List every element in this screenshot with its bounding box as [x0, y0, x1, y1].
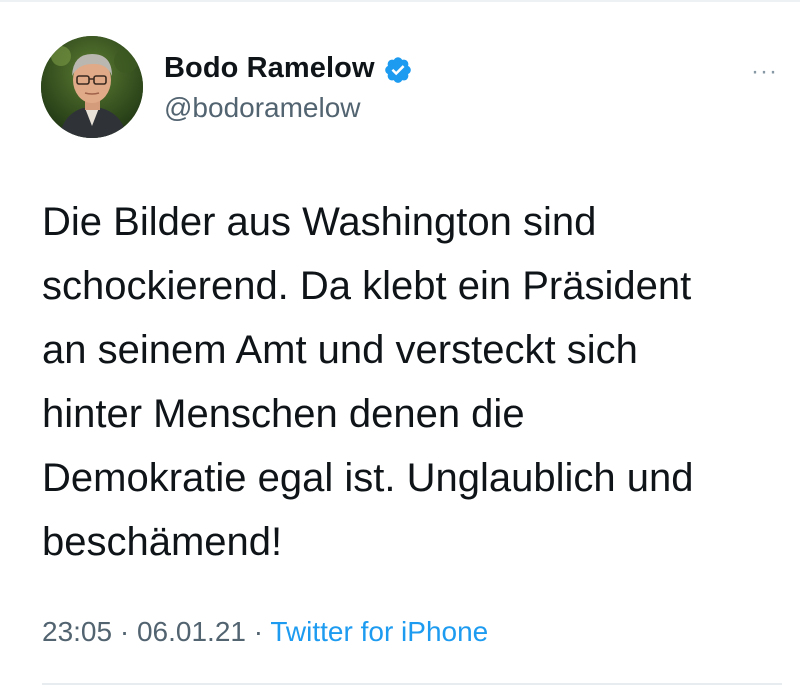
- tweet-text-line: Die Bilder aus Washington sind: [42, 200, 597, 244]
- top-divider: [0, 0, 800, 2]
- tweet-screen: Bodo Ramelow @bodoramelow ··· Die Bilder…: [0, 0, 800, 686]
- meta-separator: ·: [245, 616, 271, 647]
- more-options-icon[interactable]: ···: [751, 60, 778, 84]
- tweet-source-link[interactable]: Twitter for iPhone: [270, 616, 488, 647]
- tweet-text-line: hinter Menschen denen die: [42, 392, 525, 436]
- avatar-photo-icon: [41, 36, 143, 138]
- tweet-text-line: an seinem Amt und versteckt sich: [42, 328, 638, 372]
- tweet-meta: 23:05 · 06.01.21 · Twitter for iPhone: [42, 616, 488, 648]
- tweet-text-line: Demokratie egal ist. Unglaublich und: [42, 456, 694, 500]
- tweet-text: Die Bilder aus Washington sind schockier…: [42, 190, 782, 574]
- author-display-name[interactable]: Bodo Ramelow: [164, 52, 375, 85]
- author-handle[interactable]: @bodoramelow: [164, 92, 361, 124]
- verified-badge-icon: [383, 55, 413, 85]
- tweet-time[interactable]: 23:05: [42, 616, 112, 647]
- tweet-text-line: beschämend!: [42, 520, 283, 564]
- tweet-text-line: schockierend. Da klebt ein Präsident: [42, 264, 692, 308]
- meta-separator: ·: [112, 616, 137, 647]
- bottom-divider: [42, 683, 782, 685]
- tweet-date[interactable]: 06.01.21: [137, 616, 246, 647]
- author-name-row: Bodo Ramelow: [164, 52, 413, 85]
- author-avatar[interactable]: [41, 36, 143, 138]
